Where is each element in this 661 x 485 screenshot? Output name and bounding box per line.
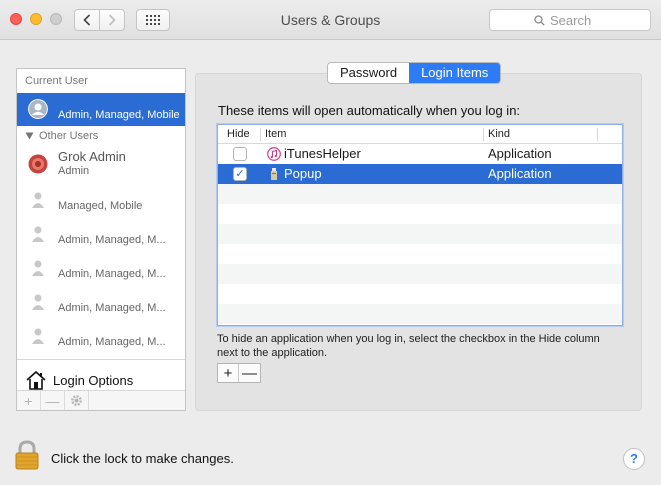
login-options-item[interactable]: Login Options	[25, 369, 133, 391]
tab-control: Password Login Items	[327, 62, 502, 84]
person-icon	[32, 294, 44, 310]
user-role: Admin	[58, 165, 90, 177]
popup-app-icon	[271, 168, 277, 180]
column-header-kind[interactable]: Kind	[488, 128, 510, 140]
title-bar: Users & Groups	[0, 0, 661, 40]
users-sidebar: Current User Admin, Managed, Mobile Othe…	[16, 68, 186, 411]
other-users-label: Other Users	[39, 130, 99, 142]
person-icon	[32, 192, 44, 208]
table-row-empty	[218, 224, 622, 244]
sidebar-toolbar: + —	[17, 390, 185, 410]
search-icon	[534, 14, 545, 26]
person-icon	[32, 328, 44, 344]
hide-checkbox[interactable]: ✓	[233, 167, 247, 181]
other-users-header: Other Users	[25, 130, 98, 142]
current-user-role: Admin, Managed, Mobile	[58, 109, 180, 121]
table-row-empty	[218, 264, 622, 284]
table-row-empty	[218, 284, 622, 304]
add-remove-control: + —	[217, 363, 261, 383]
remove-login-item-button[interactable]: —	[239, 364, 260, 382]
user-name: Grok Admin	[58, 149, 126, 164]
item-kind: Application	[488, 146, 552, 161]
add-login-item-button[interactable]: +	[218, 364, 240, 382]
user-role: Admin, Managed, M...	[58, 336, 166, 348]
action-menu-button[interactable]	[65, 391, 89, 410]
user-row[interactable]: Managed, Mobile	[17, 189, 185, 222]
login-items-hint: To hide an application when you log in, …	[217, 333, 600, 359]
column-header-item[interactable]: Item	[265, 128, 286, 140]
search-input[interactable]	[550, 12, 606, 28]
current-user-header: Current User	[25, 75, 88, 87]
table-row[interactable]: iTunesHelper Application	[218, 144, 622, 164]
current-user-row[interactable]: Admin, Managed, Mobile	[17, 93, 185, 126]
lock-icon[interactable]	[14, 440, 40, 470]
item-kind: Application	[488, 166, 552, 181]
login-options-label: Login Options	[53, 372, 134, 388]
user-role: Admin, Managed, M...	[58, 268, 166, 280]
login-items-intro: These items will open automatically when…	[218, 103, 521, 118]
tab-password[interactable]: Password	[328, 63, 409, 83]
itunes-icon	[267, 147, 281, 161]
sidebar-divider	[17, 359, 185, 360]
house-icon	[26, 370, 46, 390]
user-role: Managed, Mobile	[58, 200, 143, 212]
person-icon	[32, 226, 44, 242]
column-header-hide[interactable]: Hide	[227, 128, 250, 140]
table-row-empty	[218, 204, 622, 224]
help-button[interactable]: ?	[623, 448, 645, 470]
item-name: iTunesHelper	[284, 146, 361, 161]
item-name: Popup	[284, 166, 322, 181]
user-row[interactable]: Grok Admin Admin	[17, 147, 185, 180]
user-row[interactable]: Admin, Managed, M...	[17, 257, 185, 290]
lock-message: Click the lock to make changes.	[51, 451, 234, 466]
user-role: Admin, Managed, M...	[58, 302, 166, 314]
remove-user-button[interactable]: —	[41, 391, 65, 410]
user-row[interactable]: Admin, Managed, M...	[17, 223, 185, 256]
table-row-empty	[218, 184, 622, 204]
user-role: Admin, Managed, M...	[58, 234, 166, 246]
gear-icon	[71, 395, 82, 406]
table-row-empty	[218, 304, 622, 324]
add-user-button[interactable]: +	[17, 391, 41, 410]
user-avatar-icon	[28, 99, 48, 119]
hide-checkbox[interactable]	[233, 147, 247, 161]
disclosure-triangle-icon	[25, 132, 34, 140]
table-row-selected[interactable]: ✓ Popup Application	[218, 164, 622, 184]
login-items-table: Hide Item Kind iTunesHelper Application …	[216, 123, 624, 327]
user-avatar-icon	[28, 154, 48, 174]
table-row-empty	[218, 244, 622, 264]
search-field[interactable]	[489, 9, 651, 31]
tab-login-items[interactable]: Login Items	[409, 63, 501, 83]
table-header: Hide Item Kind	[218, 125, 622, 144]
user-row[interactable]: Admin, Managed, M...	[17, 325, 185, 358]
person-icon	[32, 260, 44, 276]
user-row[interactable]: Admin, Managed, M...	[17, 291, 185, 324]
